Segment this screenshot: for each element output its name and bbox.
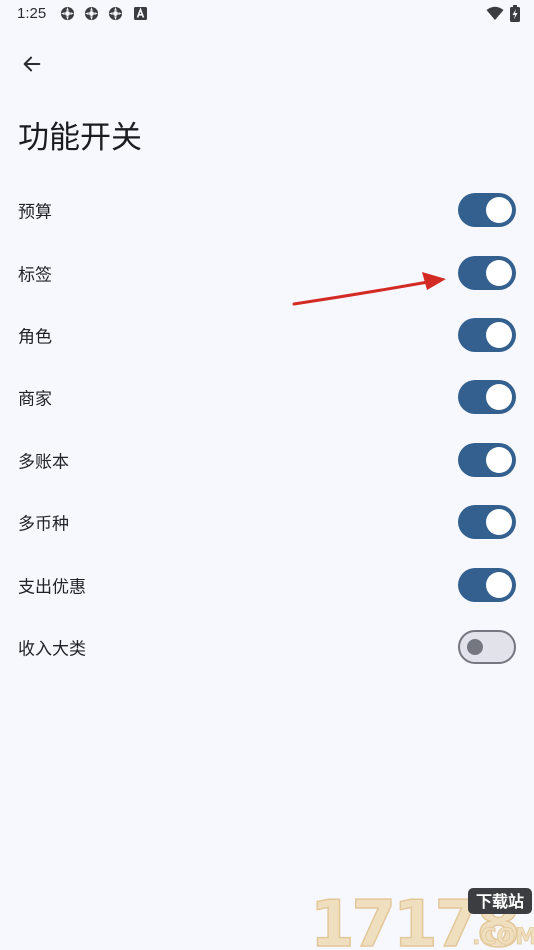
setting-label: 支出优惠 <box>18 577 86 598</box>
toggle-thumb <box>486 197 512 224</box>
watermark-badge: 下载站 <box>476 892 524 911</box>
toggle-thumb <box>486 509 512 536</box>
setting-label: 角色 <box>18 327 52 348</box>
battery-charging-icon <box>510 5 520 22</box>
toggle-thumb <box>486 259 512 286</box>
setting-label: 商家 <box>18 389 52 410</box>
toggle-thumb <box>486 446 512 473</box>
watermark-domain: .COM <box>472 925 534 950</box>
merchants-toggle[interactable] <box>458 380 516 415</box>
toggle-thumb <box>486 384 512 411</box>
setting-label: 标签 <box>18 265 52 286</box>
setting-label: 多币种 <box>18 514 69 535</box>
wifi-icon <box>486 6 504 20</box>
settings-gear-icon <box>108 6 123 21</box>
setting-label: 预算 <box>18 202 52 223</box>
multi-ledger-toggle[interactable] <box>458 442 516 477</box>
setting-row-budget[interactable]: 预算 <box>0 179 534 241</box>
annotation-arrow-icon <box>292 272 446 306</box>
tags-toggle[interactable] <box>458 255 516 290</box>
settings-gear-icon <box>84 6 99 21</box>
budget-toggle[interactable] <box>458 193 516 228</box>
setting-row-multi-ledger[interactable]: 多账本 <box>0 429 534 491</box>
expense-discount-toggle[interactable] <box>458 567 516 602</box>
settings-list: 预算 标签 角色 商家 多账本 多币种 支出优惠 收入大类 <box>0 179 534 678</box>
setting-row-expense-discount[interactable]: 支出优惠 <box>0 553 534 615</box>
a-badge-icon <box>134 7 147 20</box>
setting-label: 多账本 <box>18 452 69 473</box>
system-icons <box>486 5 520 22</box>
setting-row-income-category[interactable]: 收入大类 <box>0 616 534 678</box>
status-bar: 1:25 <box>0 0 534 28</box>
back-button[interactable] <box>14 46 50 82</box>
setting-row-tags[interactable]: 标签 <box>0 241 534 303</box>
setting-row-roles[interactable]: 角色 <box>0 304 534 366</box>
watermark-logo: 17178 下载站 .COM <box>309 887 534 950</box>
arrow-left-icon <box>23 56 41 72</box>
setting-row-merchants[interactable]: 商家 <box>0 366 534 428</box>
setting-label: 收入大类 <box>18 639 86 660</box>
settings-gear-icon <box>60 6 75 21</box>
setting-row-multi-currency[interactable]: 多币种 <box>0 491 534 553</box>
toggle-thumb <box>467 638 483 655</box>
income-category-toggle[interactable] <box>458 629 516 664</box>
multi-currency-toggle[interactable] <box>458 505 516 540</box>
roles-toggle[interactable] <box>458 317 516 352</box>
toggle-thumb <box>486 321 512 348</box>
toggle-thumb <box>486 571 512 598</box>
page-title: 功能开关 <box>18 120 142 156</box>
status-time: 1:25 <box>17 5 47 22</box>
